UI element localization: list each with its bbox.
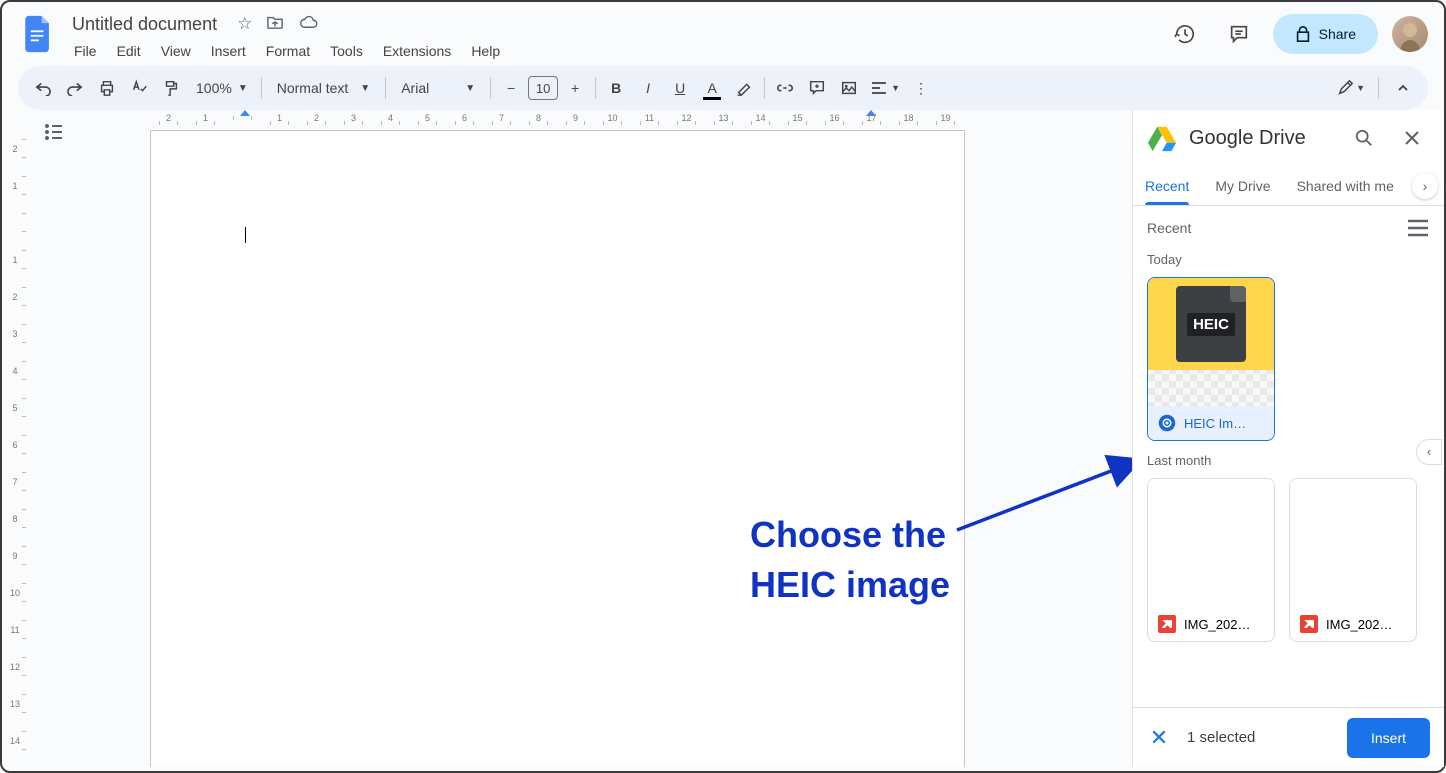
paint-format-button[interactable] — [156, 73, 186, 103]
decrease-font-size[interactable]: − — [496, 73, 526, 103]
annotation-callout: Choose the HEIC image — [750, 510, 950, 611]
move-icon[interactable] — [266, 14, 284, 35]
paragraph-style-dropdown[interactable]: Normal text▼ — [267, 73, 380, 103]
share-label: Share — [1319, 26, 1356, 42]
text-cursor — [245, 227, 246, 243]
highlight-button[interactable] — [729, 73, 759, 103]
insert-image-button[interactable] — [834, 73, 864, 103]
document-page[interactable] — [150, 130, 965, 767]
selection-count: 1 selected — [1187, 729, 1331, 746]
menu-extensions[interactable]: Extensions — [375, 39, 459, 63]
list-view-toggle-icon[interactable] — [1406, 218, 1430, 238]
add-comment-button[interactable] — [802, 73, 832, 103]
file-card[interactable]: IMG_202… — [1289, 478, 1417, 642]
history-icon[interactable] — [1165, 14, 1205, 54]
close-sidebar-icon[interactable] — [1394, 120, 1430, 156]
redo-button[interactable] — [60, 73, 90, 103]
file-card-heic[interactable]: HEIC HEIC Im… — [1147, 277, 1275, 441]
tabs-scroll-right-icon[interactable]: › — [1412, 173, 1438, 199]
menu-view[interactable]: View — [153, 39, 199, 63]
sidebar-title: Google Drive — [1189, 127, 1334, 150]
heic-badge: HEIC — [1187, 313, 1235, 336]
account-avatar[interactable] — [1392, 16, 1428, 52]
timegroup-lastmonth: Last month — [1147, 453, 1430, 468]
spellcheck-button[interactable] — [124, 73, 154, 103]
timegroup-today: Today — [1147, 252, 1430, 267]
lock-icon — [1295, 25, 1311, 43]
docs-logo[interactable] — [18, 14, 58, 54]
file-name: IMG_202… — [1184, 617, 1250, 632]
cloud-status-icon[interactable] — [298, 14, 318, 35]
search-icon[interactable] — [1346, 120, 1382, 156]
deselect-icon[interactable]: ✕ — [1147, 725, 1171, 751]
font-size-input[interactable]: 10 — [528, 76, 558, 100]
comments-icon[interactable] — [1219, 14, 1259, 54]
increase-font-size[interactable]: + — [560, 73, 590, 103]
horizontal-ruler[interactable]: 2112345678910111213141516171819 — [150, 110, 1132, 126]
tab-my-drive[interactable]: My Drive — [1215, 166, 1270, 205]
zoom-dropdown[interactable]: 100%▼ — [188, 73, 256, 103]
menu-format[interactable]: Format — [258, 39, 318, 63]
menu-insert[interactable]: Insert — [203, 39, 254, 63]
file-card[interactable]: IMG_202… — [1147, 478, 1275, 642]
toolbar: 100%▼ Normal text▼ Arial▼ − 10 + B I U A… — [18, 66, 1428, 110]
image-file-icon — [1158, 414, 1176, 432]
image-file-icon — [1300, 615, 1318, 633]
vertical-ruler[interactable]: 211234567891011121314 — [2, 130, 28, 767]
print-button[interactable] — [92, 73, 122, 103]
annotation-arrow — [952, 450, 1132, 540]
share-button[interactable]: Share — [1273, 14, 1378, 54]
editing-mode-dropdown[interactable]: ▼ — [1332, 73, 1369, 103]
collapse-toolbar[interactable] — [1388, 73, 1418, 103]
file-name: IMG_202… — [1326, 617, 1392, 632]
file-name: HEIC Im… — [1184, 416, 1246, 431]
text-color-button[interactable]: A — [697, 73, 727, 103]
underline-button[interactable]: U — [665, 73, 695, 103]
menu-help[interactable]: Help — [463, 39, 508, 63]
menu-file[interactable]: File — [66, 39, 105, 63]
left-indent-marker[interactable] — [240, 110, 250, 116]
more-options[interactable]: ⋮ — [906, 73, 936, 103]
drive-logo-icon — [1147, 123, 1177, 153]
tab-shared[interactable]: Shared with me — [1297, 166, 1394, 205]
drive-sidebar: Google Drive Recent My Drive Shared with… — [1132, 110, 1444, 767]
menubar: File Edit View Insert Format Tools Exten… — [66, 39, 1157, 63]
insert-link-button[interactable] — [770, 73, 800, 103]
document-title[interactable]: Untitled document — [66, 12, 223, 37]
star-icon[interactable]: ☆ — [237, 14, 252, 35]
undo-button[interactable] — [28, 73, 58, 103]
image-file-icon — [1158, 615, 1176, 633]
menu-tools[interactable]: Tools — [322, 39, 371, 63]
document-outline-icon[interactable] — [42, 120, 66, 144]
bold-button[interactable]: B — [601, 73, 631, 103]
italic-button[interactable]: I — [633, 73, 663, 103]
tab-recent[interactable]: Recent — [1145, 166, 1189, 205]
insert-button[interactable]: Insert — [1347, 718, 1430, 758]
collapse-side-panel-icon[interactable]: ‹ — [1416, 439, 1442, 465]
align-dropdown[interactable]: ▼ — [866, 73, 904, 103]
menu-edit[interactable]: Edit — [109, 39, 149, 63]
font-dropdown[interactable]: Arial▼ — [391, 73, 485, 103]
section-label: Recent — [1147, 220, 1191, 236]
